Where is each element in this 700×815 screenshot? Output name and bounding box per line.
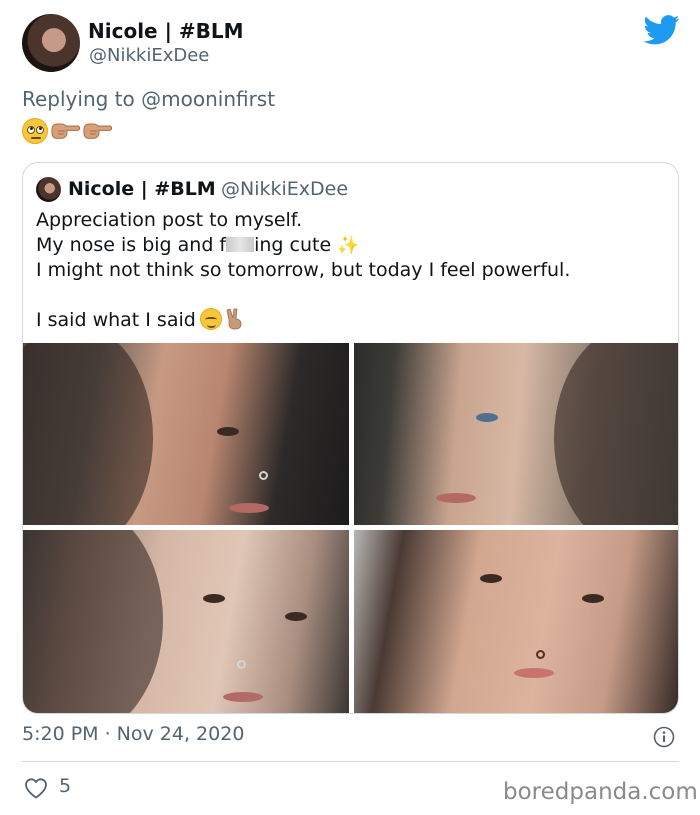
author-handle[interactable]: @NikkiExDee bbox=[89, 45, 209, 66]
victory-hand-emoji bbox=[226, 308, 242, 330]
quoted-author-avatar[interactable] bbox=[36, 177, 61, 202]
photo-2[interactable] bbox=[354, 343, 678, 525]
photo-1[interactable] bbox=[23, 343, 349, 525]
twitter-bird-icon[interactable] bbox=[644, 15, 680, 45]
quoted-tweet[interactable]: Nicole | #BLM @NikkiExDee Appreciation p… bbox=[22, 162, 679, 714]
quoted-line-3: I might not think so tomorrow, but today… bbox=[36, 259, 571, 281]
backhand-index-pointing-right-emoji bbox=[51, 123, 80, 139]
heart-icon[interactable] bbox=[24, 777, 48, 799]
like-count: 5 bbox=[59, 775, 72, 797]
quoted-line-2-end: ing cute bbox=[254, 234, 332, 256]
quoted-line-2: My nose is big and f ing cute ✨ bbox=[36, 233, 570, 258]
sparkles-emoji: ✨ bbox=[337, 235, 360, 256]
watermark: boredpanda.com bbox=[503, 779, 698, 805]
backhand-index-pointing-right-emoji bbox=[83, 123, 112, 139]
quoted-author-name-text: Nicole | #BLM bbox=[68, 178, 216, 200]
quoted-line-2-start: My nose is big and f bbox=[36, 234, 227, 256]
quoted-author-handle[interactable]: @NikkiExDee bbox=[221, 178, 348, 200]
author-name[interactable]: Nicole | #BLM bbox=[88, 19, 244, 43]
photo-3[interactable] bbox=[23, 530, 349, 713]
info-icon[interactable] bbox=[653, 726, 675, 748]
quoted-line-4-text: I said what I said bbox=[36, 309, 196, 331]
replying-prefix: Replying to bbox=[22, 87, 142, 111]
reply-text bbox=[22, 117, 112, 145]
quoted-line-4: I said what I said bbox=[36, 308, 570, 333]
reply-mention-link[interactable]: @mooninfirst bbox=[141, 87, 275, 111]
tweet-card: Nicole | #BLM @NikkiExDee Replying to @m… bbox=[0, 0, 700, 815]
quoted-author-name[interactable]: Nicole | #BLM bbox=[68, 178, 216, 200]
face-with-rolling-eyes-emoji bbox=[22, 118, 48, 144]
author-avatar[interactable] bbox=[22, 14, 80, 72]
replying-to: Replying to @mooninfirst bbox=[22, 87, 275, 111]
tweet-timestamp[interactable]: 5:20 PM · Nov 24, 2020 bbox=[22, 723, 244, 745]
divider bbox=[22, 761, 679, 762]
quoted-line-1: Appreciation post to myself. bbox=[36, 209, 303, 231]
relieved-face-emoji bbox=[199, 308, 222, 330]
photo-4[interactable] bbox=[354, 530, 678, 713]
quoted-tweet-text: Appreciation post to myself. My nose is … bbox=[36, 208, 570, 333]
censor-bar bbox=[226, 237, 255, 252]
